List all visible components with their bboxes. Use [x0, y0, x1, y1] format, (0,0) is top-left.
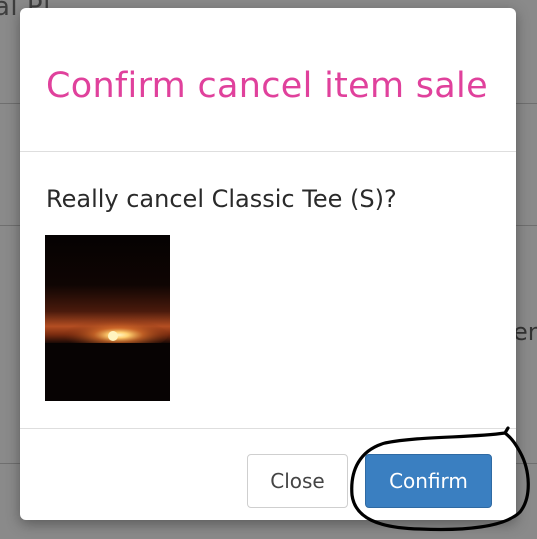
sunset-photo-icon	[45, 235, 170, 401]
screen: al Pl en Confirm cancel item sale Really…	[0, 0, 537, 539]
dialog-header: Confirm cancel item sale	[20, 8, 516, 152]
confirm-button[interactable]: Confirm	[365, 454, 492, 508]
dialog-message: Really cancel Classic Tee (S)?	[46, 185, 397, 213]
dialog-title: Confirm cancel item sale	[46, 66, 488, 106]
confirm-cancel-dialog: Confirm cancel item sale Really cancel C…	[20, 8, 516, 520]
dialog-footer: Close Confirm	[20, 428, 516, 520]
dialog-body: Really cancel Classic Tee (S)?	[20, 152, 516, 428]
close-button[interactable]: Close	[247, 454, 348, 508]
background-side-text: en	[513, 318, 537, 346]
